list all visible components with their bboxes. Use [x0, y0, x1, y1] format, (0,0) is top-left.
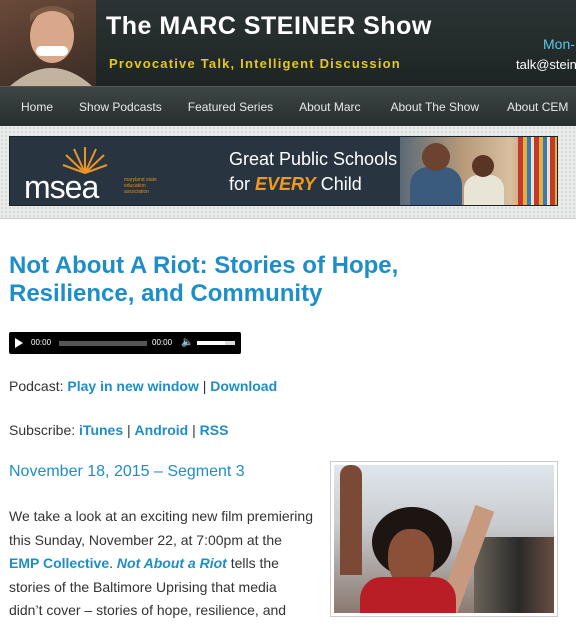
separator: | [127, 422, 131, 438]
nav-item-show-podcasts[interactable]: Show Podcasts [79, 100, 172, 114]
site-tagline: Provocative Talk, Intelligent Discussion [109, 56, 401, 71]
banner-headline-emphasis: EVERY [255, 174, 316, 194]
play-new-window-link[interactable]: Play in new window [67, 378, 198, 394]
nav-item-home[interactable]: Home [21, 100, 63, 114]
subscribe-line: Subscribe: iTunes | Android | RSS [9, 422, 228, 438]
site-header: The MARC STEINER Show Provocative Talk, … [0, 0, 576, 86]
download-link[interactable]: Download [210, 378, 277, 394]
android-link[interactable]: Android [135, 422, 189, 438]
nav-item-about-the-show[interactable]: About The Show [390, 100, 489, 114]
subscribe-label: Subscribe: [9, 422, 76, 438]
banner-area: msea maryland state education associatio… [0, 126, 576, 219]
audio-player[interactable]: 00:00 00:00 🔈 [9, 332, 241, 354]
banner-headline-prefix: for [229, 174, 256, 194]
film-title-link[interactable]: Not About a Riot [117, 555, 227, 571]
duration-time: 00:00 [152, 338, 173, 347]
itunes-link[interactable]: iTunes [79, 422, 123, 438]
show-hours: Mon- [543, 36, 575, 52]
volume-slider[interactable] [197, 341, 235, 345]
podcast-label: Podcast: [9, 378, 64, 394]
host-photo [0, 0, 96, 86]
volume-icon[interactable]: 🔈 [181, 337, 193, 348]
body-text: We take a look at an exciting new film p… [9, 508, 313, 548]
body-text: . [109, 555, 117, 571]
msea-ad-banner[interactable]: msea maryland state education associatio… [9, 136, 558, 206]
article-date: November 18, 2015 – Segment 3 [9, 463, 245, 480]
current-time: 00:00 [31, 338, 52, 347]
banner-headline-1: Great Public Schools [229, 149, 398, 169]
msea-logo: msea [24, 169, 99, 205]
podcast-line: Podcast: Play in new window | Download [9, 378, 277, 394]
banner-headline-suffix: Child [315, 174, 362, 194]
msea-logo-subtitle: maryland state education association [124, 177, 157, 195]
article-body: We take a look at an exciting new film p… [9, 505, 314, 623]
main-nav: Home Show Podcasts Featured Series About… [0, 86, 576, 126]
site-title[interactable]: The MARC STEINER Show [106, 12, 432, 41]
banner-photo [400, 137, 557, 205]
progress-track[interactable] [59, 341, 147, 346]
contact-email[interactable]: talk@stein [516, 57, 576, 72]
article-title: Not About A Riot: Stories of Hope, Resil… [9, 252, 399, 307]
nav-item-about-marc[interactable]: About Marc [299, 100, 370, 114]
separator: | [202, 378, 207, 394]
rss-link[interactable]: RSS [200, 422, 229, 438]
emp-collective-link[interactable]: EMP Collective [9, 555, 109, 571]
article-photo [330, 461, 558, 617]
play-icon[interactable] [15, 338, 23, 348]
nav-item-featured-series[interactable]: Featured Series [188, 100, 283, 114]
separator: | [192, 422, 196, 438]
banner-headline-2: for EVERY Child [229, 174, 362, 195]
nav-item-about-cem[interactable]: About CEM [507, 100, 576, 114]
